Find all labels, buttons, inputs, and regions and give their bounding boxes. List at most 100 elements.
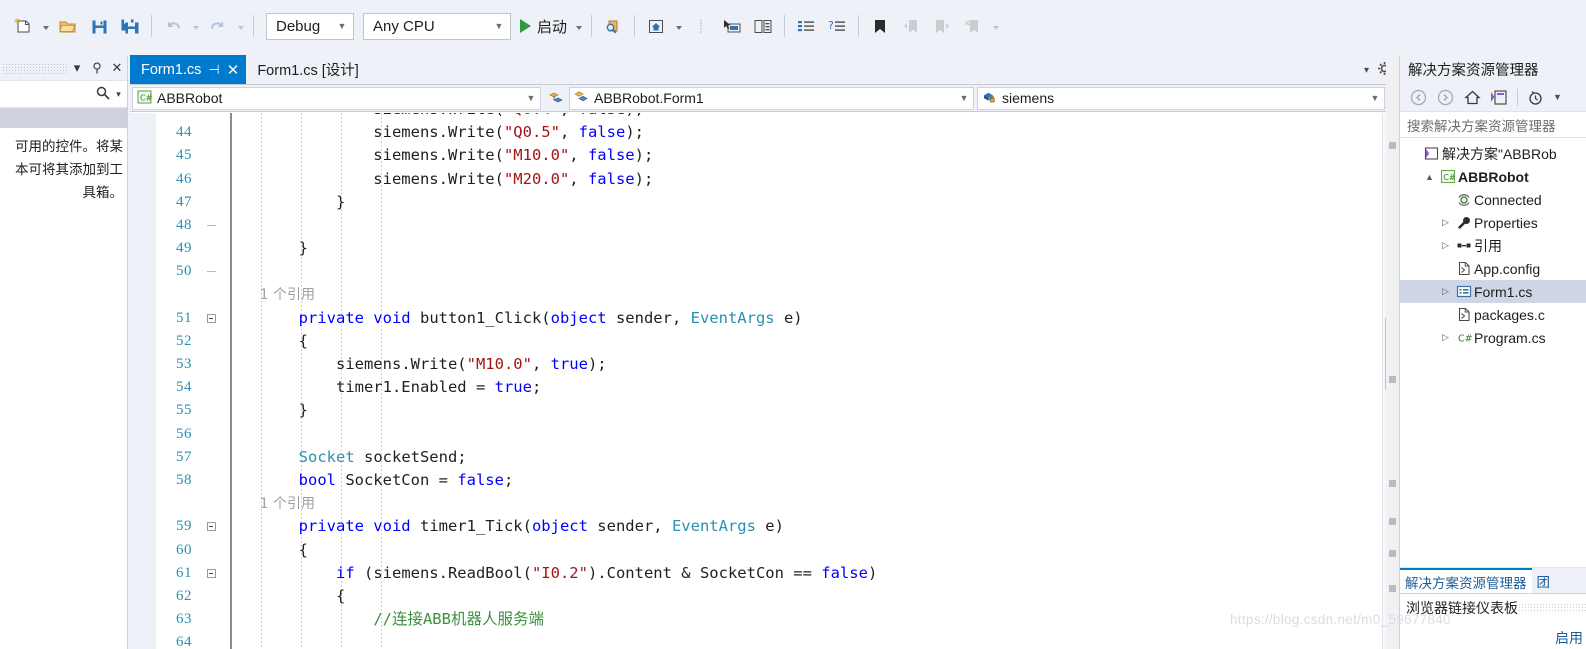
solution-platform-combo[interactable]: Any CPU ▼: [363, 12, 511, 40]
drag-handle-dots[interactable]: [2, 62, 67, 74]
codelens-reference-count[interactable]: 1 个引用: [224, 287, 315, 303]
tree-node[interactable]: ▷ Form1.cs: [1400, 280, 1586, 303]
chevron-down-icon[interactable]: ▾: [67, 60, 87, 76]
drag-handle-dots[interactable]: [1518, 602, 1586, 613]
minus-box-icon[interactable]: [206, 313, 216, 323]
tree-node[interactable]: ▷ Properties: [1400, 211, 1586, 234]
navigate-dots-icon[interactable]: [686, 9, 716, 43]
minus-box-icon[interactable]: [206, 568, 216, 578]
code-line[interactable]: 56: [130, 423, 1398, 446]
code-line[interactable]: 62 {: [130, 585, 1398, 608]
expander-icon[interactable]: ▷: [1438, 286, 1453, 297]
new-project-icon[interactable]: [8, 9, 38, 43]
bookmark-overflow-icon[interactable]: [989, 9, 1002, 43]
code-line[interactable]: 60 {: [130, 539, 1398, 562]
code-line[interactable]: 1 个引用: [130, 492, 1398, 515]
code-editor[interactable]: 43 siemens.Write("Q0.4", false);44 sieme…: [130, 113, 1398, 649]
codelens-reference-count[interactable]: 1 个引用: [224, 496, 315, 512]
code-line[interactable]: 51 private void button1_Click(object sen…: [130, 307, 1398, 330]
chevron-down-icon[interactable]: ▼: [523, 93, 539, 103]
new-project-dropdown-icon[interactable]: [39, 9, 52, 43]
code-line[interactable]: 61 if (siemens.ReadBool("I0.2").Content …: [130, 562, 1398, 585]
member-dropdown[interactable]: siemens ▼: [977, 86, 1385, 110]
code-line[interactable]: 52 {: [130, 330, 1398, 353]
code-line[interactable]: 64: [130, 631, 1398, 649]
code-line[interactable]: 49 }: [130, 237, 1398, 260]
attach-icon[interactable]: [717, 9, 747, 43]
collapse-toggle-icon[interactable]: [198, 568, 224, 578]
project-dropdown[interactable]: C# ABBRobot ▼: [132, 86, 541, 110]
tree-node[interactable]: ▲ C# ABBRobot: [1400, 165, 1586, 188]
expander-icon[interactable]: ▷: [1438, 332, 1453, 343]
code-line[interactable]: 50: [130, 260, 1398, 283]
code-line[interactable]: 59 private void timer1_Tick(object sende…: [130, 515, 1398, 538]
uncomment-icon[interactable]: ?: [822, 9, 852, 43]
chevron-down-icon[interactable]: ▼: [956, 93, 972, 103]
clear-bookmark-icon[interactable]: [958, 9, 988, 43]
home-icon[interactable]: [1460, 85, 1484, 109]
tree-node[interactable]: packages.c: [1400, 303, 1586, 326]
tab-form1-cs[interactable]: Form1.cs ⊣ ✕: [130, 55, 247, 84]
code-line[interactable]: 43 siemens.Write("Q0.4", false);: [130, 113, 1398, 121]
back-icon[interactable]: [1406, 85, 1430, 109]
open-file-icon[interactable]: [53, 9, 83, 43]
search-icon[interactable]: [93, 86, 113, 103]
solution-explorer-search-input[interactable]: 搜索解决方案资源管理器: [1400, 112, 1586, 138]
code-line[interactable]: 63 //连接ABB机器人服务端: [130, 608, 1398, 631]
expander-icon[interactable]: ▲: [1422, 172, 1437, 182]
expander-icon[interactable]: ▷: [1438, 240, 1453, 251]
pin-icon[interactable]: ⊣: [208, 62, 219, 78]
nav-splitter-icon[interactable]: [544, 91, 566, 106]
type-dropdown[interactable]: ABBRobot.Form1 ▼: [569, 86, 974, 110]
prev-bookmark-icon[interactable]: [896, 9, 926, 43]
code-line[interactable]: 55 }: [130, 399, 1398, 422]
code-line[interactable]: 46 siemens.Write("M20.0", false);: [130, 168, 1398, 191]
chevron-down-icon[interactable]: ▼: [490, 21, 508, 31]
find-icon[interactable]: [598, 9, 628, 43]
chevron-down-icon[interactable]: ▼: [1367, 93, 1383, 103]
compare-icon[interactable]: [748, 9, 778, 43]
home-icon[interactable]: [641, 9, 671, 43]
comment-icon[interactable]: [791, 9, 821, 43]
undo-icon[interactable]: [158, 9, 188, 43]
start-dropdown-icon[interactable]: [572, 9, 585, 43]
forward-icon[interactable]: [1433, 85, 1457, 109]
collapse-toggle-icon[interactable]: [198, 313, 224, 323]
save-icon[interactable]: [84, 9, 114, 43]
code-line[interactable]: 1 个引用: [130, 284, 1398, 307]
redo-icon[interactable]: [203, 9, 233, 43]
collapse-toggle-icon[interactable]: [198, 522, 224, 532]
code-line[interactable]: 54 timer1.Enabled = true;: [130, 376, 1398, 399]
tree-node[interactable]: App.config: [1400, 257, 1586, 280]
chevron-down-icon[interactable]: ▾: [113, 89, 124, 100]
tree-node[interactable]: ▷ 引用: [1400, 234, 1586, 257]
chevron-down-icon[interactable]: ▼: [1551, 85, 1564, 109]
code-line[interactable]: 48: [130, 214, 1398, 237]
tab-team-explorer[interactable]: 团: [1532, 568, 1556, 593]
pending-changes-icon[interactable]: [1524, 85, 1548, 109]
toolbox-search-box[interactable]: ▾: [0, 81, 127, 108]
code-line[interactable]: 57 Socket socketSend;: [130, 446, 1398, 469]
tree-node[interactable]: ▷ C# Program.cs: [1400, 326, 1586, 349]
code-line[interactable]: 53 siemens.Write("M10.0", true);: [130, 353, 1398, 376]
bookmark-icon[interactable]: [865, 9, 895, 43]
minus-box-icon[interactable]: [206, 522, 216, 532]
enable-link[interactable]: 启用: [1555, 628, 1583, 648]
code-line[interactable]: 44 siemens.Write("Q0.5", false);: [130, 121, 1398, 144]
close-icon[interactable]: ✕: [107, 60, 127, 76]
switch-views-icon[interactable]: [1487, 85, 1511, 109]
tree-node[interactable]: 解决方案"ABBRob: [1400, 142, 1586, 165]
code-line[interactable]: 47 }: [130, 191, 1398, 214]
code-line[interactable]: 58 bool SocketCon = false;: [130, 469, 1398, 492]
tab-solution-explorer[interactable]: 解决方案资源管理器: [1400, 568, 1532, 593]
solution-tree[interactable]: 解决方案"ABBRob ▲ C# ABBRobot Connected ▷ Properti…: [1400, 138, 1586, 349]
tree-node[interactable]: Connected: [1400, 188, 1586, 211]
save-all-icon[interactable]: [115, 9, 145, 43]
chevron-down-icon[interactable]: ▼: [333, 21, 351, 31]
home-dropdown-icon[interactable]: [672, 9, 685, 43]
tab-form1-cs-design[interactable]: Form1.cs [设计]: [246, 55, 366, 84]
pin-icon[interactable]: ⚲: [87, 60, 107, 76]
code-line[interactable]: 45 siemens.Write("M10.0", false);: [130, 144, 1398, 167]
solution-configuration-combo[interactable]: Debug ▼: [266, 12, 354, 40]
chevron-down-icon[interactable]: ▾: [1364, 65, 1369, 76]
